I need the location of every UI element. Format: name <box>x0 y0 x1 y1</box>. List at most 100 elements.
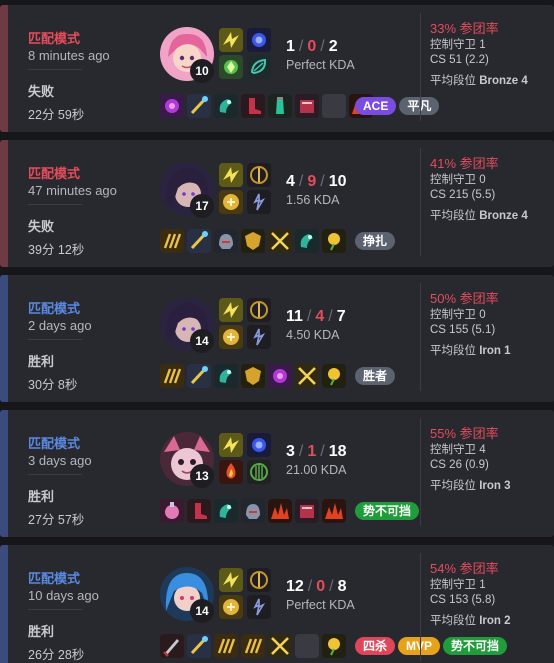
match-card[interactable]: 匹配模式 10 days ago 胜利 26分 28秒 14 12/0/8 Pe… <box>0 545 554 663</box>
deaths: 9 <box>307 173 317 190</box>
badge-winner: 胜者 <box>355 367 396 385</box>
ignite-icon[interactable] <box>219 460 243 484</box>
match-card[interactable]: 匹配模式 8 minutes ago 失败 22分 59秒 10 1/0/2 P… <box>0 5 554 132</box>
stats-divider <box>420 13 421 121</box>
item-gold-wand[interactable] <box>187 229 211 253</box>
item-gold-flower[interactable] <box>322 634 346 658</box>
match-duration: 22分 59秒 <box>28 108 85 122</box>
flash-icon[interactable] <box>219 568 243 592</box>
item-gold-wand[interactable] <box>187 94 211 118</box>
divider <box>28 609 82 610</box>
item-red-book[interactable] <box>295 499 319 523</box>
champion-level: 17 <box>190 194 214 218</box>
flash-icon[interactable] <box>219 163 243 187</box>
kills: 1 <box>286 38 295 55</box>
creep-score: CS 215 (5.5) <box>430 189 496 201</box>
item-cross-blades[interactable] <box>295 364 319 388</box>
item-grey-helm[interactable] <box>214 229 238 253</box>
match-duration: 30分 8秒 <box>28 378 78 392</box>
champion-level: 14 <box>190 329 214 353</box>
item-cross-blades[interactable] <box>268 634 292 658</box>
item-red-spikes[interactable] <box>322 499 346 523</box>
item-teal-orb[interactable] <box>214 499 238 523</box>
control-wards: 控制守卫 0 <box>430 174 486 186</box>
match-duration: 39分 12秒 <box>28 243 85 257</box>
item-violet-tome[interactable] <box>160 94 184 118</box>
creep-score: CS 153 (5.8) <box>430 594 496 606</box>
result-bar <box>0 5 8 132</box>
average-rank: 平均段位 Iron 3 <box>430 480 511 492</box>
item-pink-potion[interactable] <box>160 499 184 523</box>
flash-icon[interactable] <box>219 298 243 322</box>
item-teal-orb[interactable] <box>214 364 238 388</box>
shield-rune-icon[interactable] <box>247 568 271 592</box>
item-gold-shield[interactable] <box>241 364 265 388</box>
spiral-rune-icon[interactable] <box>247 595 271 619</box>
item-grey-helm[interactable] <box>241 499 265 523</box>
assists: 2 <box>328 38 338 55</box>
match-result: 胜利 <box>28 624 55 639</box>
empty-item-slot <box>295 634 319 658</box>
stats-divider <box>420 283 421 391</box>
blue-orb-icon[interactable] <box>247 433 271 457</box>
item-violet-tome[interactable] <box>268 364 292 388</box>
match-duration: 27分 57秒 <box>28 513 85 527</box>
item-red-dagger[interactable] <box>160 634 184 658</box>
item-green-potion[interactable] <box>268 94 292 118</box>
match-card[interactable]: 匹配模式 3 days ago 胜利 27分 57秒 13 3/1/18 21.… <box>0 410 554 537</box>
item-cross-blades[interactable] <box>268 229 292 253</box>
kill-participation: 50% 参团率 <box>430 291 499 306</box>
average-rank: 平均段位 Iron 2 <box>430 615 511 627</box>
match-result: 胜利 <box>28 489 55 504</box>
item-gold-claw[interactable] <box>214 634 238 658</box>
kill-participation: 33% 参团率 <box>430 21 499 36</box>
stats-divider <box>420 148 421 256</box>
match-card[interactable]: 匹配模式 47 minutes ago 失败 39分 12秒 17 4/9/10… <box>0 140 554 267</box>
blue-orb-icon[interactable] <box>247 28 271 52</box>
item-red-boots[interactable] <box>187 499 211 523</box>
average-rank: 平均段位 Bronze 4 <box>430 210 528 222</box>
cage-rune-icon[interactable] <box>247 460 271 484</box>
divider <box>28 339 82 340</box>
champion-level: 13 <box>190 464 214 488</box>
heal-icon[interactable] <box>219 325 243 349</box>
item-gold-wand[interactable] <box>187 364 211 388</box>
badge-list: ACE 平凡 <box>355 97 442 115</box>
item-gold-claw[interactable] <box>241 634 265 658</box>
item-red-boots[interactable] <box>241 94 265 118</box>
glyph-icon[interactable] <box>219 55 243 79</box>
item-gold-flower[interactable] <box>322 364 346 388</box>
heal-icon[interactable] <box>219 595 243 619</box>
flash-icon[interactable] <box>219 433 243 457</box>
time-ago: 2 days ago <box>28 318 92 333</box>
spiral-rune-icon[interactable] <box>247 190 271 214</box>
match-duration: 26分 28秒 <box>28 648 85 662</box>
game-mode: 匹配模式 <box>28 31 81 46</box>
flash-icon[interactable] <box>219 28 243 52</box>
match-card[interactable]: 匹配模式 2 days ago 胜利 30分 8秒 14 11/4/7 4.50… <box>0 275 554 402</box>
assists: 10 <box>328 173 347 190</box>
result-bar <box>0 140 8 267</box>
item-gold-flower[interactable] <box>322 229 346 253</box>
assists: 7 <box>336 308 346 325</box>
match-result: 失败 <box>28 219 55 234</box>
stats-divider <box>420 553 421 661</box>
badge-struggle: 挣扎 <box>355 232 396 250</box>
item-red-spikes[interactable] <box>268 499 292 523</box>
spiral-rune-icon[interactable] <box>247 325 271 349</box>
leaf-icon[interactable] <box>247 55 271 79</box>
result-bar <box>0 275 8 402</box>
average-rank: 平均段位 Bronze 4 <box>430 75 528 87</box>
shield-rune-icon[interactable] <box>247 163 271 187</box>
item-gold-wand[interactable] <box>187 634 211 658</box>
item-gold-shield[interactable] <box>241 229 265 253</box>
item-red-book[interactable] <box>295 94 319 118</box>
creep-score: CS 51 (2.2) <box>430 54 489 66</box>
game-mode: 匹配模式 <box>28 301 81 316</box>
item-teal-orb[interactable] <box>214 94 238 118</box>
item-teal-orb[interactable] <box>295 229 319 253</box>
item-gold-claw[interactable] <box>160 364 184 388</box>
heal-icon[interactable] <box>219 190 243 214</box>
item-gold-claw[interactable] <box>160 229 184 253</box>
shield-rune-icon[interactable] <box>247 298 271 322</box>
